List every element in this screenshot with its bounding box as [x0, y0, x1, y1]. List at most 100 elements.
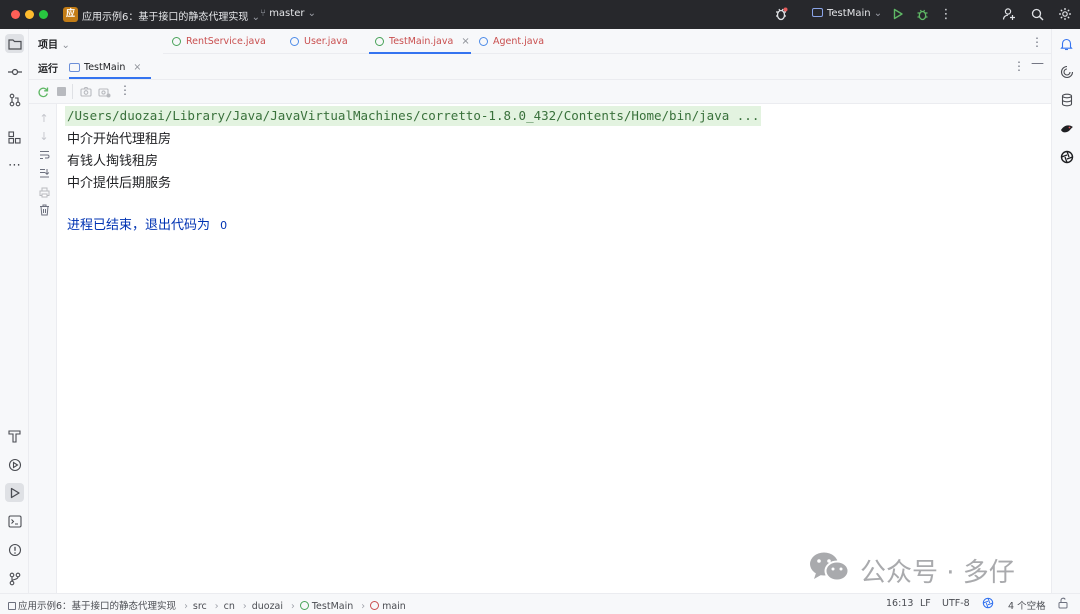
arrow-up-icon[interactable]: ↑ [38, 112, 50, 125]
project-view-selector[interactable]: 项目 ⌄ [38, 36, 70, 51]
terminal-icon[interactable] [5, 512, 24, 531]
breadcrumb-item[interactable]: main [382, 601, 406, 612]
exit-message: 进程已结束，退出代码为 [67, 218, 211, 233]
ai-assistant-icon[interactable] [1057, 62, 1076, 81]
commit-icon[interactable] [5, 62, 24, 81]
editor-tab-agent[interactable]: Agent.java [479, 29, 544, 54]
build-hammer-icon[interactable] [5, 426, 24, 445]
chevron-right-icon: › [214, 601, 219, 612]
git-icon[interactable] [5, 569, 24, 588]
project-name: 应用示例6：基于接口的静态代理实现 [82, 12, 249, 23]
chevron-down-icon: ⌄ [251, 12, 260, 23]
console-output-line: 中介开始代理租房 [67, 132, 172, 147]
chevron-right-icon: › [291, 601, 295, 612]
chevron-down-icon: ⌄ [61, 40, 70, 51]
toolbar-separator [72, 84, 73, 99]
more-vertical-icon[interactable]: ⋮ [937, 5, 955, 23]
add-user-icon[interactable] [1000, 5, 1018, 23]
chevron-down-icon: ⌄ [873, 8, 883, 19]
watermark: 公众号 · 多仔 [808, 552, 1015, 588]
database-icon[interactable] [1057, 90, 1076, 109]
plugin-aperture-icon[interactable] [1057, 147, 1076, 166]
camera-icon[interactable] [80, 86, 92, 100]
exit-code: 0 [220, 219, 228, 232]
project-badge-icon: 应 [63, 7, 78, 22]
chevron-right-icon: › [184, 601, 188, 612]
process-exit-line: 进程已结束，退出代码为 0 [67, 214, 227, 233]
close-tab-icon[interactable]: × [461, 36, 469, 47]
chevron-right-icon: › [242, 601, 247, 612]
application-icon [812, 8, 823, 17]
pull-request-icon[interactable] [5, 90, 24, 109]
runnable-class-icon [299, 601, 309, 610]
rerun-icon[interactable] [37, 86, 49, 101]
status-bar: 应用示例6：基于接口的静态代理实现 › src › cn › duozai › Test… [0, 593, 1080, 614]
run-config-selector[interactable]: TestMain ⌄ [812, 8, 882, 19]
notifications-bell-icon[interactable] [1057, 34, 1076, 53]
close-tab-icon[interactable]: × [133, 62, 141, 73]
editor-tab-label: Agent.java [493, 36, 545, 47]
plugin-aperture-icon[interactable] [982, 597, 994, 612]
more-horizontal-icon[interactable]: ⋯ [5, 156, 24, 175]
breadcrumb: 应用示例6：基于接口的静态代理实现 › src › cn › duozai › Test… [8, 598, 406, 612]
class-icon [479, 37, 488, 46]
editor-tab-label: User.java [304, 36, 348, 47]
bug-icon[interactable] [772, 5, 790, 23]
class-icon [290, 37, 299, 46]
project-selector[interactable]: 应用示例6：基于接口的静态代理实现 ⌄ [82, 8, 260, 23]
run-icon[interactable] [889, 5, 907, 23]
run-tool-title: 运行 [38, 64, 58, 75]
zoom-window-button[interactable] [39, 10, 48, 19]
structure-icon[interactable] [5, 128, 24, 147]
branch-selector[interactable]: ⑂ master ⌄ [260, 8, 316, 19]
chevron-right-icon: › [361, 601, 366, 612]
git-branch-icon: ⑂ [260, 8, 266, 19]
chevron-down-icon: ⌄ [307, 8, 317, 19]
arrow-down-icon[interactable]: ↓ [38, 130, 50, 143]
file-encoding[interactable]: UTF-8 [942, 598, 970, 609]
console-output-line: 有钱人掏钱租房 [67, 154, 159, 169]
close-window-button[interactable] [11, 10, 20, 19]
plugin-bird-icon[interactable] [1057, 119, 1076, 138]
console-output[interactable]: /Users/duozai/Library/Java/JavaVirtualMa… [57, 104, 1051, 593]
console-gutter: ↑ ↓ [29, 104, 57, 593]
project-folder-icon[interactable] [5, 34, 24, 53]
settings-gear-icon[interactable] [1056, 5, 1074, 23]
breadcrumb-item[interactable]: cn [224, 601, 235, 612]
project-tool-header: 项目 ⌄ [29, 29, 163, 54]
debug-icon[interactable] [913, 5, 931, 23]
application-icon [69, 62, 80, 72]
editor-tab-label: TestMain.java [389, 36, 454, 47]
run-toolbar: ⋮ [29, 80, 1051, 104]
editor-tab-testmain[interactable]: TestMain.java × [375, 29, 470, 54]
soft-wrap-icon[interactable] [38, 149, 50, 161]
run-tool-icon[interactable] [5, 483, 24, 502]
editor-tab-rentservice[interactable]: RentService.java [172, 29, 266, 54]
breadcrumb-item[interactable]: TestMain [312, 601, 353, 612]
module-icon [8, 602, 16, 610]
watermark-text: 公众号 · 多仔 [860, 557, 1015, 588]
trash-icon[interactable] [38, 204, 50, 216]
camera-settings-icon[interactable] [98, 86, 111, 101]
problems-icon[interactable] [5, 540, 24, 559]
search-icon[interactable] [1028, 5, 1046, 23]
right-tool-bar [1051, 29, 1080, 593]
stop-icon[interactable] [57, 87, 66, 96]
scroll-to-end-icon[interactable] [38, 167, 50, 179]
print-icon[interactable] [38, 186, 50, 198]
title-bar: 应 应用示例6：基于接口的静态代理实现 ⌄ ⑂ master ⌄ TestMai… [0, 0, 1080, 29]
line-separator[interactable]: LF [920, 598, 931, 609]
tab-actions-more-icon[interactable]: ⋮ [1031, 35, 1043, 49]
unlock-icon[interactable] [1058, 597, 1068, 612]
more-vertical-icon[interactable]: ⋮ [119, 83, 131, 97]
caret-position[interactable]: 16:13 [886, 598, 913, 609]
indent-setting[interactable]: 4 个空格 [1008, 598, 1046, 612]
breadcrumb-item[interactable]: src [193, 601, 207, 612]
breadcrumb-item[interactable]: duozai [252, 601, 283, 612]
services-icon[interactable] [5, 455, 24, 474]
editor-tab-user[interactable]: User.java [290, 29, 348, 54]
run-options-more-icon[interactable]: ⋮ [1013, 59, 1025, 73]
hide-panel-icon[interactable]: — [1031, 56, 1044, 71]
breadcrumb-project[interactable]: 应用示例6：基于接口的静态代理实现 [18, 601, 176, 612]
minimize-window-button[interactable] [25, 10, 34, 19]
